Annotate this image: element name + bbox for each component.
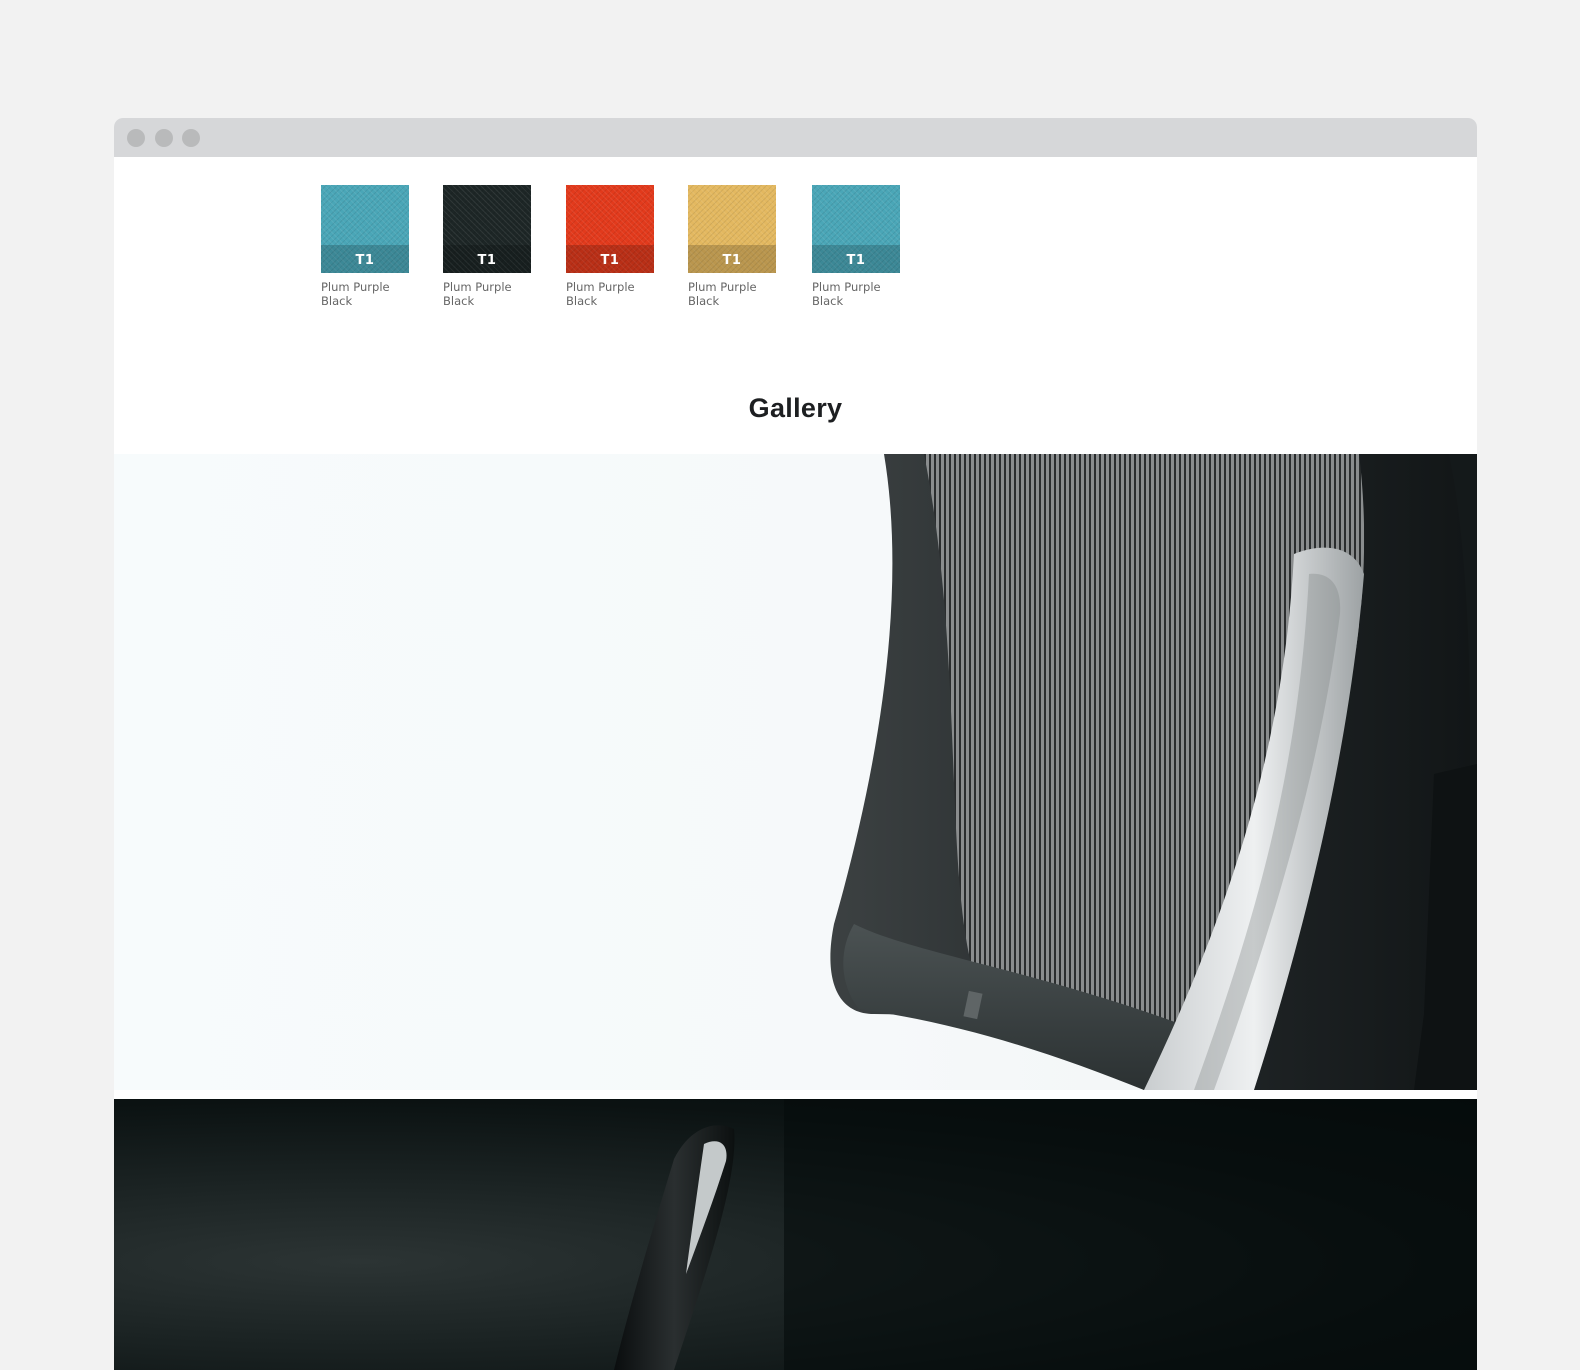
- swatch-name: Plum Purple Black: [566, 280, 656, 308]
- swatch-tile[interactable]: T1: [321, 185, 409, 273]
- browser-titlebar: [114, 118, 1477, 157]
- gallery-heading: Gallery: [748, 393, 843, 423]
- swatch-tile[interactable]: T1: [812, 185, 900, 273]
- window-close-dot[interactable]: [127, 129, 145, 147]
- swatch-name-line2: Black: [321, 294, 353, 308]
- swatch-code: T1: [355, 253, 375, 268]
- swatch-code: T1: [477, 253, 497, 268]
- swatch-tile[interactable]: T1: [443, 185, 531, 273]
- swatch-name-line1: Plum Purple: [688, 280, 757, 294]
- swatch-name: Plum Purple Black: [688, 280, 778, 308]
- fabric-swatch[interactable]: T1 Plum Purple Black: [443, 185, 533, 308]
- swatch-name-line2: Black: [688, 294, 720, 308]
- swatch-code: T1: [846, 253, 866, 268]
- swatch-name: Plum Purple Black: [812, 280, 902, 308]
- gallery-image-chair-armrest[interactable]: [114, 1099, 1477, 1370]
- swatch-name-line1: Plum Purple: [812, 280, 881, 294]
- chair-backrest-illustration: [830, 454, 1477, 1090]
- window-maximize-dot[interactable]: [182, 129, 200, 147]
- swatch-tile[interactable]: T1: [688, 185, 776, 273]
- swatch-tile[interactable]: T1: [566, 185, 654, 273]
- chair-armrest-illustration: [614, 1099, 1477, 1370]
- fabric-swatch[interactable]: T1 Plum Purple Black: [321, 185, 411, 308]
- fabric-swatch[interactable]: T1 Plum Purple Black: [566, 185, 656, 308]
- browser-window: T1 Plum Purple Black T1 Plum Purple Blac…: [114, 118, 1477, 1370]
- swatch-name-line2: Black: [566, 294, 598, 308]
- swatch-code: T1: [600, 253, 620, 268]
- swatch-name-line1: Plum Purple: [566, 280, 635, 294]
- page-viewport: T1 Plum Purple Black T1 Plum Purple Blac…: [114, 157, 1477, 1370]
- gallery-image-chair-backrest[interactable]: [114, 454, 1477, 1090]
- swatch-code: T1: [722, 253, 742, 268]
- swatch-name-line2: Black: [443, 294, 475, 308]
- fabric-swatch[interactable]: T1 Plum Purple Black: [688, 185, 778, 308]
- swatch-name: Plum Purple Black: [321, 280, 411, 308]
- fabric-swatch-list: T1 Plum Purple Black T1 Plum Purple Blac…: [321, 185, 1041, 315]
- swatch-name: Plum Purple Black: [443, 280, 533, 308]
- swatch-name-line2: Black: [812, 294, 844, 308]
- fabric-swatch[interactable]: T1 Plum Purple Black: [812, 185, 902, 308]
- swatch-name-line1: Plum Purple: [443, 280, 512, 294]
- window-minimize-dot[interactable]: [155, 129, 173, 147]
- swatch-name-line1: Plum Purple: [321, 280, 390, 294]
